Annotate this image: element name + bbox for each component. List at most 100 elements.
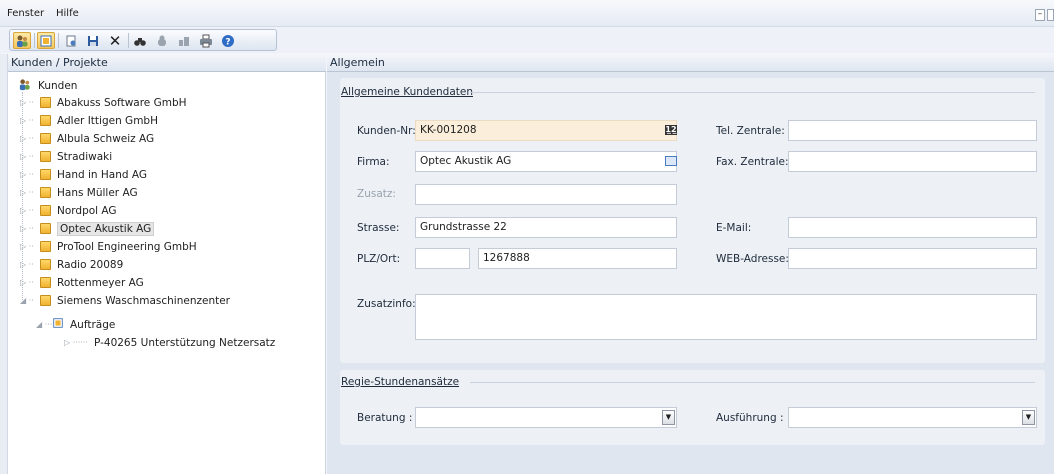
expand-icon[interactable]: ▷ ·· [20, 116, 40, 125]
plz-ort-label: PLZ/Ort: [357, 253, 401, 265]
tree-customer-label: Nordpol AG [57, 204, 117, 217]
firma-label: Firma: [357, 156, 390, 168]
tree-customer[interactable]: ▷ ·· Albula Schweiz AG [20, 130, 154, 147]
menu-fenster[interactable]: Fenster [7, 8, 44, 19]
tree-customer-label: Rottenmeyer AG [57, 276, 144, 289]
detail-title: Allgemein [327, 54, 1054, 72]
ort-field[interactable]: 1267888 [478, 248, 677, 269]
tree-customer-label: Optec Akustik AG [57, 221, 155, 236]
strasse-field[interactable]: Grundstrasse 22 [415, 217, 677, 238]
svg-text:?: ? [225, 37, 230, 47]
disabled-icon-2 [175, 32, 193, 49]
menu-bar: Fenster Hilfe – [0, 0, 1054, 27]
left-splitter[interactable] [0, 54, 8, 474]
zusatz-field[interactable] [415, 184, 677, 205]
chevron-down-icon[interactable]: ▼ [1022, 410, 1035, 425]
folder-icon [40, 97, 51, 108]
project-label: P-40265 Unterstützung Netzersatz [94, 336, 276, 349]
tree-customer[interactable]: ▷ ·· Stradiwaki [20, 148, 112, 165]
save-icon[interactable] [84, 32, 102, 49]
tree-customer[interactable]: ▷ ·· Hans Müller AG [20, 184, 138, 201]
tree-customer[interactable]: ▷ ·· Radio 20089 [20, 256, 123, 273]
zusatzinfo-label: Zusatzinfo: [357, 298, 416, 310]
web-label: WEB-Adresse: [716, 253, 789, 265]
expand-icon[interactable]: ▷ ·· [20, 278, 40, 287]
expand-icon[interactable]: ▷ ·· [20, 134, 40, 143]
tree-customer[interactable]: ▷ ·· Nordpol AG [20, 202, 117, 219]
kunden-nr-label: Kunden-Nr: [357, 125, 416, 137]
tree-customer-label: Albula Schweiz AG [57, 132, 155, 145]
folder-icon [40, 277, 51, 288]
zusatzinfo-field[interactable] [415, 294, 1037, 340]
expand-icon[interactable]: ▷ ·· [20, 170, 40, 179]
web-field[interactable] [788, 248, 1037, 269]
address-card-icon[interactable] [665, 156, 677, 166]
firma-field[interactable]: Optec Akustik AG [415, 151, 677, 172]
folder-icon [40, 295, 51, 306]
expand-icon[interactable]: ▷ ·· [20, 242, 40, 251]
orders-icon [52, 317, 64, 332]
binoculars-icon[interactable] [131, 32, 149, 49]
tree-customer-label: Hand in Hand AG [57, 168, 148, 181]
expand-icon[interactable]: ▷ ·· [20, 224, 40, 233]
tree-customer-label: Siemens Waschmaschinenzenter [57, 294, 231, 307]
rates-section: Regie-Stundenansätze Beratung : ▼ Ausfüh… [340, 370, 1045, 445]
number-icon[interactable]: 1̲2̲ [665, 125, 677, 135]
email-label: E-Mail: [716, 222, 752, 234]
tree-root-label: Kunden [38, 79, 78, 92]
tree-customer[interactable]: ▷ ·· Hand in Hand AG [20, 166, 147, 183]
folder-icon [40, 187, 51, 198]
delete-icon[interactable]: ✕ [106, 32, 124, 50]
expand-icon[interactable]: ▷ ······ [64, 338, 94, 347]
disabled-icon-1 [153, 32, 171, 49]
expand-icon[interactable]: ▷ ·· [20, 98, 40, 107]
strasse-label: Strasse: [357, 222, 400, 234]
folder-icon [40, 259, 51, 270]
folder-icon [40, 133, 51, 144]
fax-zentrale-field[interactable] [788, 151, 1037, 172]
tree-customer-label: Stradiwaki [57, 150, 113, 163]
toolbar: ✕ ? [0, 27, 1054, 53]
print-icon[interactable] [197, 32, 215, 49]
tree-customer[interactable]: ▷ ·· Rottenmeyer AG [20, 274, 144, 291]
plz-field[interactable] [415, 248, 470, 269]
fax-zentrale-label: Fax. Zentrale: [716, 156, 789, 168]
expand-icon[interactable]: ▷ ·· [20, 206, 40, 215]
tree-customer[interactable]: ▷ ·· ProTool Engineering GmbH [20, 238, 197, 255]
expand-icon[interactable]: ▷ ·· [20, 188, 40, 197]
folder-icon [40, 115, 51, 126]
expand-icon[interactable]: ▷ ·· [20, 260, 40, 269]
tree-project[interactable]: ▷ ······ P-40265 Unterstützung Netzersat… [64, 334, 275, 351]
ausfuehrung-select[interactable]: ▼ [788, 407, 1037, 428]
kunden-nr-field[interactable]: KK-001208 [415, 120, 677, 141]
email-field[interactable] [788, 217, 1037, 238]
tel-zentrale-field[interactable] [788, 120, 1037, 141]
help-icon[interactable]: ? [219, 32, 237, 49]
tree-customer[interactable]: ▷ ·· Abakuss Software GmbH [20, 94, 187, 111]
projects-icon[interactable] [37, 32, 55, 49]
customers-icon [18, 78, 31, 94]
tree-customer[interactable]: ◢ ·· Siemens Waschmaschinenzenter [20, 292, 230, 309]
new-icon[interactable] [62, 32, 80, 49]
tree-customer[interactable]: ▷ ·· Optec Akustik AG [20, 220, 155, 237]
folder-icon [40, 205, 51, 216]
minimize-icon[interactable]: – [1035, 9, 1045, 21]
beratung-select[interactable]: ▼ [415, 407, 677, 428]
orders-label: Aufträge [70, 318, 116, 331]
folder-icon [40, 241, 51, 252]
tree-customer-label: ProTool Engineering GmbH [57, 240, 197, 253]
expand-icon[interactable]: ▷ ·· [20, 152, 40, 161]
tree-customer[interactable]: ▷ ·· Adler Ittigen GmbH [20, 112, 158, 129]
chevron-down-icon[interactable]: ▼ [662, 410, 675, 425]
tree-orders[interactable]: ◢ ··· Aufträge [36, 316, 115, 333]
collapse-icon[interactable]: ◢ ·· [20, 296, 40, 305]
menu-hilfe[interactable]: Hilfe [56, 8, 79, 19]
collapse-icon[interactable]: ◢ ··· [36, 320, 52, 329]
tree-root[interactable]: Kunden [18, 77, 77, 94]
customers-projects-panel: Kunden / Projekte Kunden ▷ ·· Abakuss Sof… [8, 54, 326, 474]
restore-icon[interactable] [1047, 9, 1054, 21]
folder-icon [40, 169, 51, 180]
customers-icon[interactable] [13, 32, 31, 49]
zusatz-label: Zusatz: [357, 188, 396, 200]
panel-title: Kunden / Projekte [8, 54, 326, 72]
